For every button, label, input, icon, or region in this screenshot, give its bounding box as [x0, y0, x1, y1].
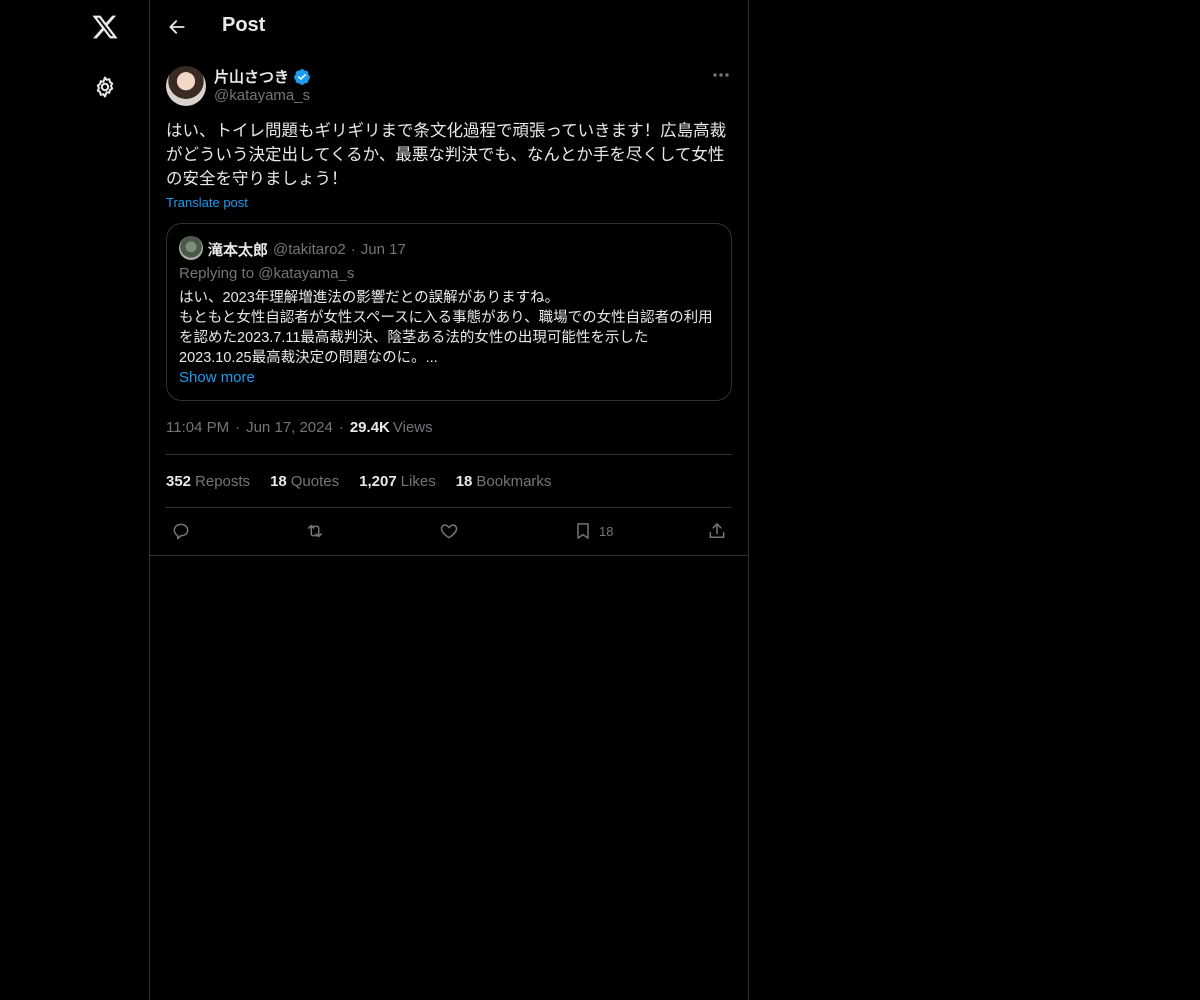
more-options-icon[interactable]	[710, 66, 732, 84]
bookmark-icon	[577, 523, 589, 539]
reposts-stat[interactable]: 352 Reposts	[166, 473, 250, 490]
heart-icon	[440, 524, 458, 539]
page-header: Post	[150, 0, 748, 54]
page-title: Post	[222, 14, 266, 36]
quoted-replying-to: Replying to @katayama_s	[179, 265, 355, 282]
views-label: Views	[392, 419, 433, 436]
divider	[166, 454, 732, 455]
repost-button[interactable]	[304, 520, 326, 542]
reply-icon	[173, 523, 189, 540]
share-icon	[709, 523, 725, 538]
post-time[interactable]: 11:04 PM	[166, 419, 229, 436]
share-button[interactable]	[707, 520, 727, 542]
bookmarks-stat[interactable]: 18 Bookmarks	[456, 473, 552, 490]
like-button[interactable]	[439, 520, 459, 542]
repost-icon	[308, 524, 322, 538]
quotes-stat[interactable]: 18 Quotes	[270, 473, 339, 490]
post-text: はい、トイレ問題もギリギリまで条文化過程で頑張っていきます！広島高裁がどういう決…	[166, 122, 727, 188]
verified-badge-icon	[294, 68, 310, 85]
quoted-handle: @takitaro2	[273, 241, 346, 258]
divider	[166, 507, 732, 508]
x-logo-icon[interactable]	[89, 10, 121, 44]
views-count: 29.4K	[349, 419, 390, 436]
quoted-text: はい、2023年理解増進法の影響だとの誤解がありますね。 もともと女性自認者が女…	[179, 290, 713, 366]
quoted-dot: ·	[350, 241, 356, 258]
reply-button[interactable]	[171, 520, 191, 542]
quoted-author-row: 滝本太郎 @takitaro2 · Jun 17	[208, 239, 406, 260]
post-date[interactable]: Jun 17, 2024	[246, 419, 333, 436]
gear-icon[interactable]	[91, 73, 119, 101]
bookmark-count: 18	[599, 523, 614, 539]
likes-stat[interactable]: 1,207 Likes	[359, 473, 436, 490]
translate-post-link[interactable]: Translate post	[166, 195, 248, 210]
engagement-stats: 352 Reposts 18 Quotes 1,207 Likes 18 Bookmar…	[166, 473, 551, 490]
divider	[150, 555, 748, 556]
quoted-post[interactable]: 滝本太郎 @takitaro2 · Jun 17 Replying to @ka…	[166, 223, 732, 401]
show-more-link[interactable]: Show more	[179, 369, 255, 386]
author-display-name[interactable]: 片山さつき	[214, 66, 289, 87]
back-arrow-icon[interactable]	[164, 14, 190, 40]
author-handle[interactable]: @katayama_s	[214, 87, 310, 104]
author-name-row: 片山さつき	[214, 66, 311, 87]
meta-dot: ·	[338, 419, 344, 436]
quoted-display-name: 滝本太郎	[208, 242, 269, 259]
meta-dot: ·	[235, 419, 241, 436]
sidebar	[0, 0, 150, 1000]
post-detail-column: Post 片山さつき @katayama_s はい、トイレ問題もギリギリまで条文…	[150, 0, 749, 1000]
avatar[interactable]	[166, 66, 206, 106]
quoted-avatar[interactable]	[179, 236, 203, 260]
post-meta: 11:04 PM · Jun 17, 2024 · 29.4K Views	[166, 419, 433, 436]
action-bar: 18	[166, 520, 732, 542]
quoted-date: Jun 17	[360, 241, 406, 258]
bookmark-button[interactable]: 18	[573, 520, 613, 542]
